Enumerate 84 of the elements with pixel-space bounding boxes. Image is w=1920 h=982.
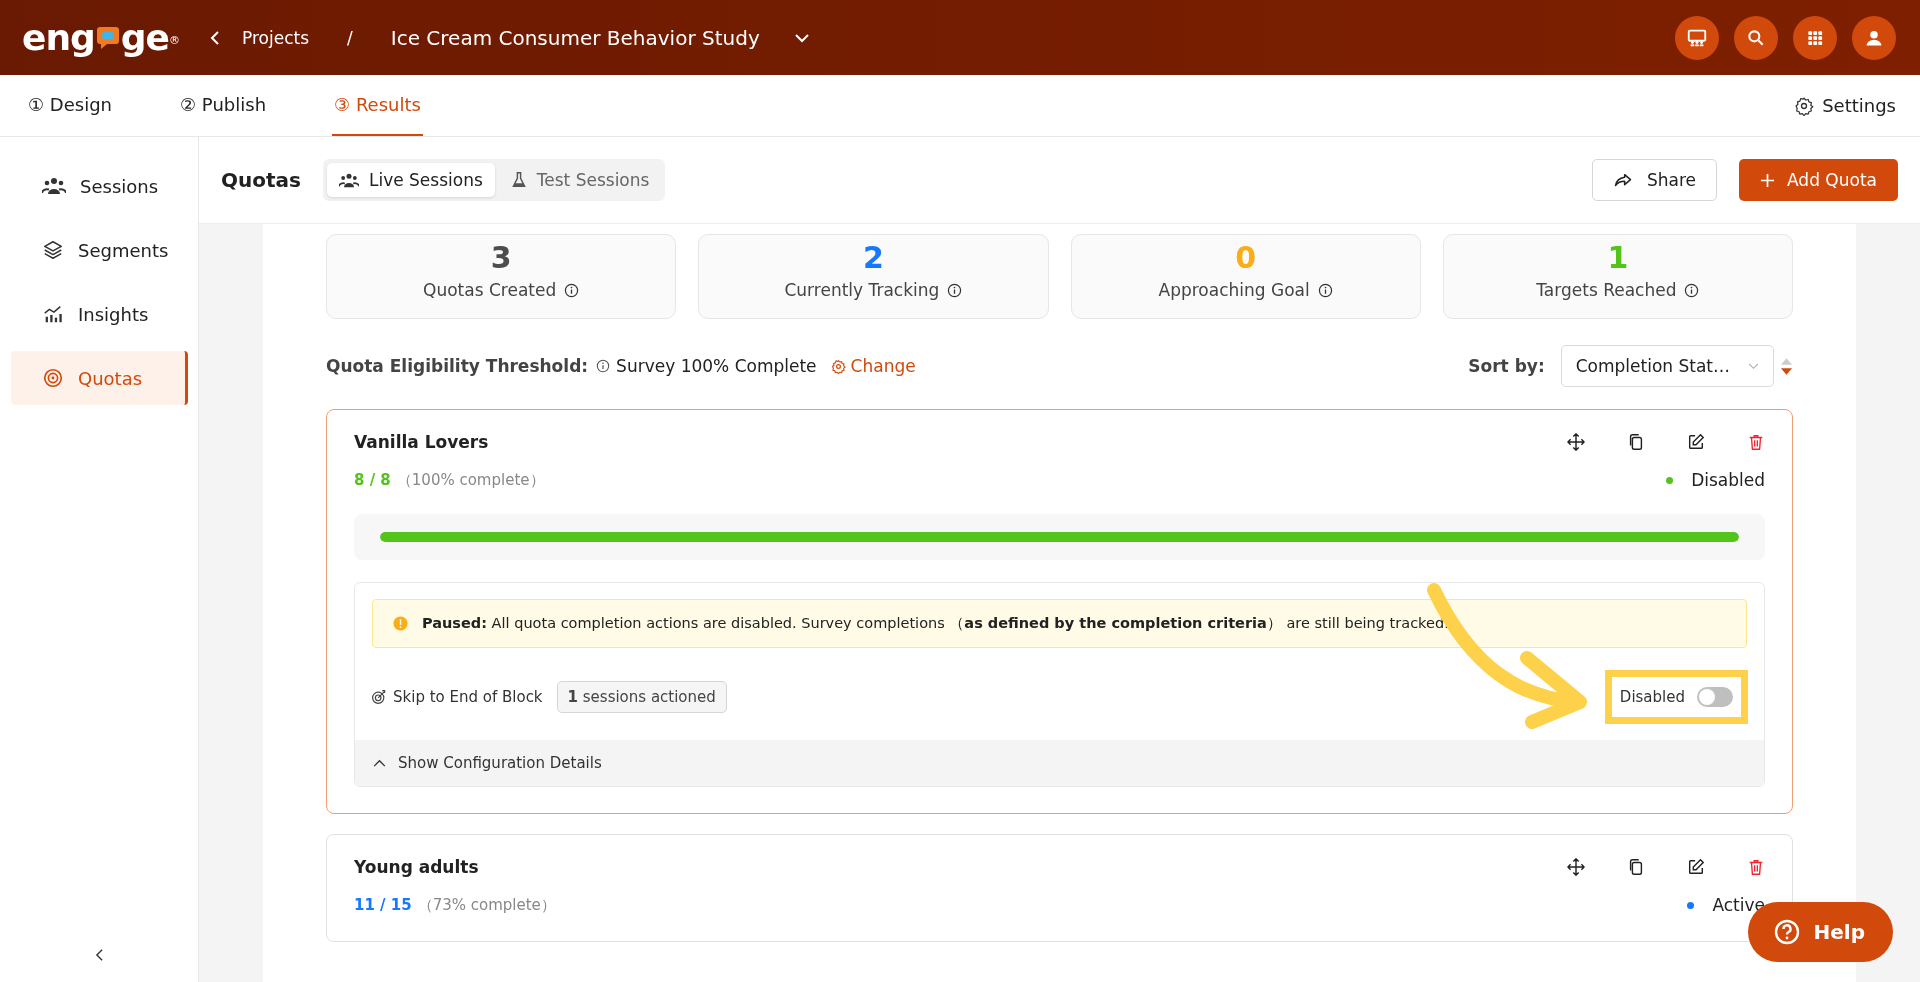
stat-value: 1 <box>1607 241 1629 274</box>
edit-icon[interactable] <box>1687 433 1705 451</box>
chart-icon <box>42 303 64 325</box>
project-title[interactable]: Ice Cream Consumer Behavior Study <box>390 25 760 50</box>
question-icon <box>1773 919 1800 945</box>
edit-icon[interactable] <box>1687 858 1705 876</box>
quota-name: Vanilla Lovers <box>354 432 489 452</box>
stat-label: Approaching Goal <box>1158 280 1310 300</box>
quota-count: 11 / 15 <box>354 896 412 914</box>
settings-icon[interactable] <box>1794 95 1815 116</box>
settings-link[interactable]: Settings <box>1822 95 1896 116</box>
quota-status: Disabled <box>1691 470 1765 490</box>
layers-icon <box>42 239 64 261</box>
plus-icon <box>1760 172 1776 188</box>
chevron-up-icon <box>373 759 386 767</box>
add-quota-button[interactable]: Add Quota <box>1739 159 1898 201</box>
sidebar-item[interactable]: Insights <box>11 287 188 341</box>
gear-icon <box>830 358 846 374</box>
info-icon[interactable] <box>564 282 580 298</box>
session-tab[interactable]: Test Sessions <box>498 163 662 197</box>
speech-bubble-icon <box>95 24 120 51</box>
quota-percent: （100% complete） <box>396 470 545 490</box>
logo[interactable]: eng ge® <box>22 19 180 56</box>
quota-percent: （73% complete） <box>417 895 556 915</box>
move-icon[interactable] <box>1567 433 1585 451</box>
breadcrumb-link[interactable]: Projects <box>242 27 310 48</box>
stat-value: 2 <box>862 241 884 274</box>
target-icon <box>42 367 64 389</box>
apps-button[interactable] <box>1793 15 1837 60</box>
threshold-value: Survey 100% Complete <box>616 356 817 376</box>
back-icon[interactable] <box>210 29 220 46</box>
warning-icon <box>393 616 408 631</box>
search-button[interactable] <box>1734 15 1778 60</box>
logo-text: ge <box>120 19 169 56</box>
presentation-button[interactable] <box>1675 15 1719 60</box>
sidebar-item[interactable]: Quotas <box>11 351 188 405</box>
copy-icon[interactable] <box>1627 858 1645 876</box>
page-title: Quotas <box>221 168 301 192</box>
sessions-badge: 1 sessions actioned <box>556 681 727 713</box>
move-icon[interactable] <box>1567 858 1585 876</box>
share-icon <box>1612 171 1633 189</box>
stat-value: 0 <box>1235 241 1257 274</box>
change-link[interactable]: Change <box>830 356 916 376</box>
quota-card[interactable]: Young adults 11 / 15 （73% complete） Active <box>326 834 1793 942</box>
quota-count: 8 / 8 <box>354 471 391 489</box>
info-icon[interactable] <box>1684 282 1700 298</box>
step-tab[interactable]: ③ Results <box>332 75 423 136</box>
step-tab[interactable]: ① Design <box>26 75 114 136</box>
stat-label: Quotas Created <box>423 280 557 300</box>
quota-name: Young adults <box>354 857 479 877</box>
breadcrumb-separator: / <box>347 27 353 48</box>
toggle-label: Disabled <box>1619 688 1685 706</box>
step-tab[interactable]: ② Publish <box>178 75 269 136</box>
enable-toggle[interactable] <box>1697 687 1733 707</box>
details-toggle[interactable]: Show Configuration Details <box>355 740 1764 786</box>
chevron-down-icon <box>1748 362 1759 370</box>
sidebar-item[interactable]: Segments <box>11 223 188 277</box>
action-label: Skip to End of Block <box>393 688 543 706</box>
people-icon <box>42 176 66 196</box>
delete-icon[interactable] <box>1747 433 1765 451</box>
collapse-icon[interactable] <box>95 948 104 962</box>
chevron-down-icon[interactable] <box>793 32 810 43</box>
copy-icon[interactable] <box>1627 433 1645 451</box>
sort-order-icon[interactable] <box>1780 356 1793 376</box>
notice-text: Paused: All quota completion actions are disabled. Survey completions （as defined by the completion criteria） are still being tracked. <box>422 614 1449 633</box>
sort-label: Sort by: <box>1468 356 1545 376</box>
logo-text: eng <box>22 19 95 56</box>
registered-mark: ® <box>169 33 180 47</box>
sort-dropdown[interactable]: Completion Stat… <box>1560 345 1774 387</box>
people-icon <box>338 171 359 189</box>
share-button[interactable]: Share <box>1591 159 1718 201</box>
info-icon[interactable] <box>596 359 611 373</box>
stat-label: Targets Reached <box>1536 280 1677 300</box>
delete-icon[interactable] <box>1747 858 1765 876</box>
stat-value: 3 <box>490 241 512 274</box>
info-icon[interactable] <box>1317 282 1333 298</box>
session-tab[interactable]: Live Sessions <box>326 163 495 197</box>
search-icon <box>1746 27 1766 48</box>
threshold-label: Quota Eligibility Threshold: <box>326 356 589 376</box>
sidebar-item[interactable]: Sessions <box>11 159 188 213</box>
user-button[interactable] <box>1852 15 1896 60</box>
flask-icon <box>510 171 527 189</box>
stat-label: Currently Tracking <box>784 280 940 300</box>
info-icon[interactable] <box>947 282 963 298</box>
